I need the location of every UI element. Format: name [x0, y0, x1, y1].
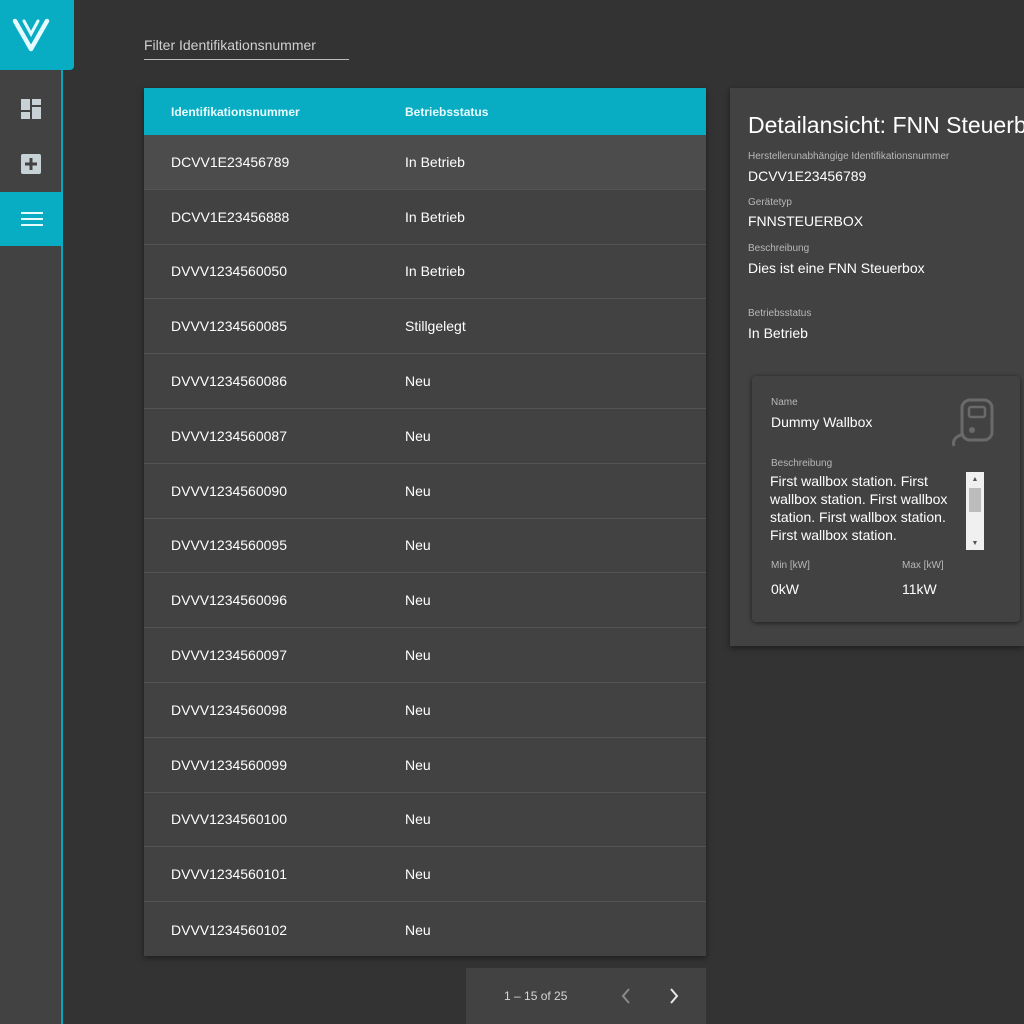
table-row[interactable]: DVVV1234560100 Neu — [144, 793, 706, 848]
cell-id: DVVV1234560087 — [171, 427, 287, 444]
table-row[interactable]: DVVV1234560096 Neu — [144, 573, 706, 629]
table-row[interactable]: DVVV1234560086 Neu — [144, 354, 706, 409]
nav-dashboard[interactable] — [0, 82, 62, 136]
cell-id: DVVV1234560098 — [171, 701, 287, 718]
table-row[interactable]: DVVV1234560087 Neu — [144, 409, 706, 464]
nav-device-list[interactable] — [0, 192, 63, 246]
cell-status: Neu — [405, 811, 431, 828]
cell-status: In Betrieb — [405, 208, 465, 225]
device-name-label: Name — [771, 397, 798, 408]
table-row[interactable]: DVVV1234560102 Neu — [144, 902, 706, 957]
device-type-value: FNNSTEUERBOX — [748, 213, 864, 229]
table-row[interactable]: DCVV1E23456888 In Betrieb — [144, 190, 706, 245]
description-value: Dies ist eine FNN Steuerbox — [748, 260, 925, 276]
detail-panel: Detailansicht: FNN Steuerbox Herstelleru… — [730, 88, 1024, 646]
cell-id: DCVV1E23456888 — [171, 208, 290, 225]
device-table: Identifikationsnummer Betriebsstatus DCV… — [144, 88, 706, 956]
cell-status: Neu — [405, 756, 431, 773]
cell-status: Neu — [405, 537, 431, 554]
column-header-status[interactable]: Betriebsstatus — [405, 105, 706, 119]
cell-id: DCVV1E23456789 — [171, 153, 290, 170]
nav-add-device[interactable] — [0, 137, 62, 191]
cell-status: In Betrieb — [405, 153, 465, 170]
scroll-thumb[interactable] — [969, 488, 981, 512]
cell-id: DVVV1234560101 — [171, 866, 287, 883]
scroll-up-arrow-icon[interactable]: ▲ — [966, 472, 984, 486]
min-power-label: Min [kW] — [771, 560, 810, 571]
cell-id: DVVV1234560090 — [171, 482, 287, 499]
cell-status: In Betrieb — [405, 263, 465, 280]
id-value: DCVV1E23456789 — [748, 168, 867, 184]
status-label: Betriebsstatus — [748, 308, 812, 319]
chevron-right-icon — [670, 988, 679, 1004]
cell-id: DVVV1234560100 — [171, 811, 287, 828]
cell-status: Stillgelegt — [405, 318, 466, 335]
add-box-icon — [21, 154, 41, 174]
status-value: In Betrieb — [748, 325, 808, 341]
min-power-value: 0kW — [771, 581, 799, 597]
table-row[interactable]: DVVV1234560099 Neu — [144, 738, 706, 793]
filter-input[interactable] — [144, 28, 349, 59]
max-power-label: Max [kW] — [902, 560, 944, 571]
cell-status: Neu — [405, 592, 431, 609]
cell-status: Neu — [405, 701, 431, 718]
scroll-down-arrow-icon[interactable]: ▼ — [966, 536, 984, 550]
chevron-left-icon — [621, 988, 630, 1004]
cell-id: DVVV1234560085 — [171, 318, 287, 335]
page-range-label: 1 – 15 of 25 — [504, 989, 568, 1003]
table-row[interactable]: DVVV1234560101 Neu — [144, 847, 706, 903]
device-description-box[interactable]: First wallbox station. First wallbox sta… — [770, 472, 984, 550]
table-row[interactable]: DVVV1234560090 Neu — [144, 464, 706, 519]
id-label: Herstellerunabhängige Identifikationsnum… — [748, 151, 950, 162]
cell-status: Neu — [405, 373, 431, 390]
cell-id: DVVV1234560095 — [171, 537, 287, 554]
cell-id: DVVV1234560102 — [171, 921, 287, 938]
device-name-value: Dummy Wallbox — [771, 414, 873, 430]
max-power-value: 11kW — [902, 581, 937, 597]
device-type-label: Gerätetyp — [748, 197, 792, 208]
cell-id: DVVV1234560096 — [171, 592, 287, 609]
paginator: 1 – 15 of 25 — [466, 968, 706, 1024]
cell-id: DVVV1234560086 — [171, 373, 287, 390]
cell-status: Neu — [405, 921, 431, 938]
table-row[interactable]: DVVV1234560085 Stillgelegt — [144, 299, 706, 355]
table-row[interactable]: DVVV1234560095 Neu — [144, 519, 706, 574]
wallbox-card[interactable]: Name Dummy Wallbox Beschreibung First wa… — [752, 376, 1020, 622]
detail-title: Detailansicht: FNN Steuerbox — [748, 112, 1024, 138]
table-body: DCVV1E23456789 In Betrieb DCVV1E23456888 In… — [144, 135, 706, 957]
cell-status: Neu — [405, 427, 431, 444]
cell-id: DVVV1234560050 — [171, 263, 287, 280]
table-row[interactable]: DVVV1234560098 Neu — [144, 683, 706, 738]
app-logo[interactable] — [0, 0, 74, 70]
cell-id: DVVV1234560099 — [171, 756, 287, 773]
table-row[interactable]: DVVV1234560097 Neu — [144, 628, 706, 683]
table-row[interactable]: DCVV1E23456789 In Betrieb — [144, 135, 706, 190]
cell-status: Neu — [405, 647, 431, 664]
column-header-id[interactable]: Identifikationsnummer — [144, 105, 405, 119]
cell-status: Neu — [405, 866, 431, 883]
dashboard-icon — [21, 99, 41, 119]
table-row[interactable]: DVVV1234560050 In Betrieb — [144, 245, 706, 300]
filter-field — [144, 28, 349, 60]
description-scrollbar[interactable]: ▲ ▼ — [966, 472, 984, 550]
description-label: Beschreibung — [748, 243, 810, 254]
table-header: Identifikationsnummer Betriebsstatus — [144, 88, 706, 135]
cell-id: DVVV1234560097 — [171, 647, 287, 664]
v-logo-icon — [12, 18, 50, 52]
device-description-value: First wallbox station. First wallbox sta… — [770, 473, 948, 543]
wallbox-icon — [952, 398, 994, 447]
next-page-button[interactable] — [654, 976, 694, 1016]
cell-status: Neu — [405, 482, 431, 499]
device-description-label: Beschreibung — [771, 458, 833, 469]
previous-page-button[interactable] — [606, 976, 646, 1016]
list-menu-icon — [20, 212, 43, 226]
